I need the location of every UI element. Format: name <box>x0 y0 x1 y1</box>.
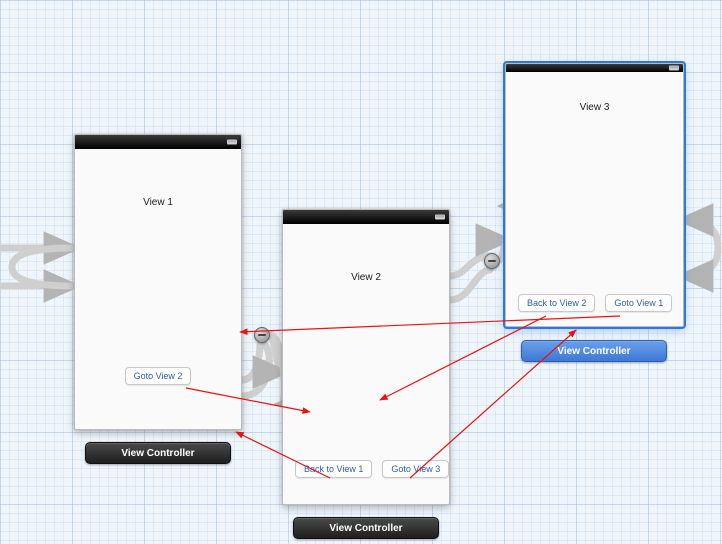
goto-view-3-button[interactable]: Goto View 3 <box>382 460 449 478</box>
view-title: View 3 <box>506 102 683 113</box>
status-bar <box>283 210 449 224</box>
scene-label-selected[interactable]: View Controller <box>521 340 667 362</box>
view-controller-2[interactable]: View 2 Back to View 1 Goto View 3 <box>282 209 450 505</box>
back-to-view-2-button[interactable]: Back to View 2 <box>518 294 595 312</box>
battery-icon <box>435 215 445 220</box>
segue-icon[interactable] <box>254 327 270 343</box>
view-controller-1[interactable]: View 1 Goto View 2 <box>74 134 242 430</box>
scene-label[interactable]: View Controller <box>85 442 231 464</box>
goto-view-1-button[interactable]: Goto View 1 <box>605 294 672 312</box>
view-title: View 1 <box>75 197 241 208</box>
back-to-view-1-button[interactable]: Back to View 1 <box>295 460 372 478</box>
status-bar <box>506 64 683 72</box>
goto-view-2-button[interactable]: Goto View 2 <box>125 367 192 385</box>
storyboard-canvas[interactable]: View 1 Goto View 2 View 2 Back to View 1… <box>0 0 722 544</box>
view-title: View 2 <box>283 272 449 283</box>
battery-icon <box>227 140 237 145</box>
status-bar <box>75 135 241 149</box>
segue-icon[interactable] <box>484 253 500 269</box>
view-controller-3[interactable]: View 3 Back to View 2 Goto View 1 <box>505 63 684 327</box>
scene-label[interactable]: View Controller <box>293 517 439 539</box>
battery-icon <box>669 66 679 71</box>
